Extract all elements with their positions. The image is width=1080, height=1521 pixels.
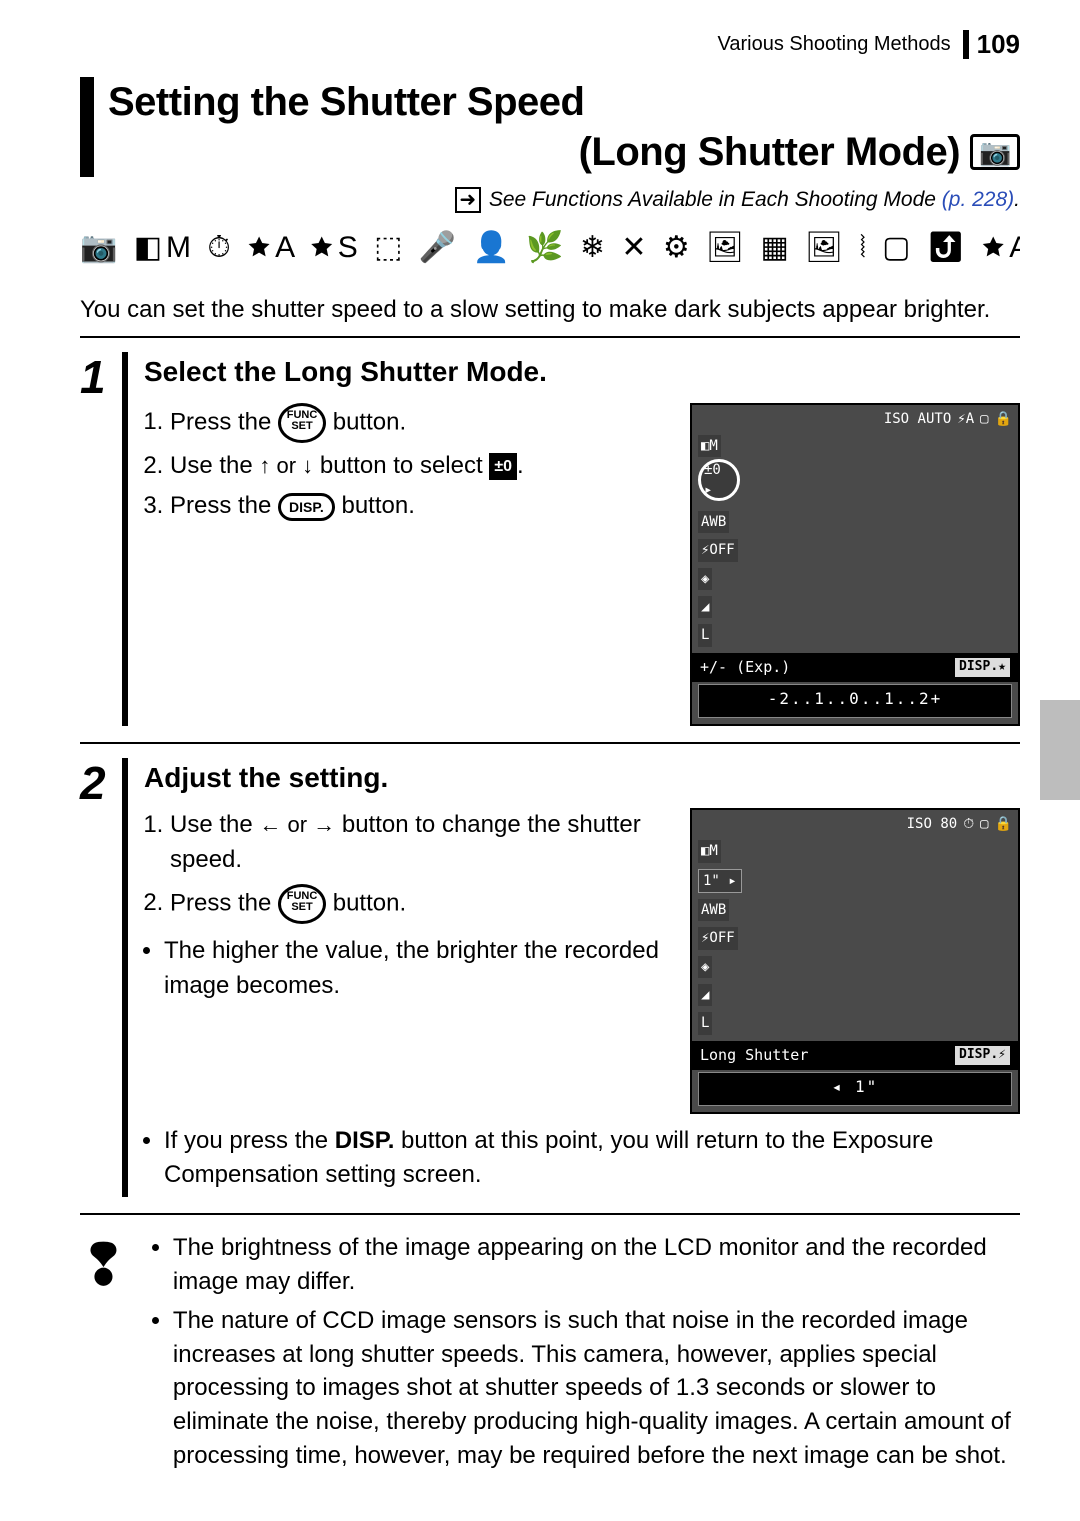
- substep-list: Press the FUNCSET button. Use the ↑ or ↓…: [144, 403, 672, 525]
- exposure-icon: ±0: [489, 453, 517, 480]
- substep: Press the FUNCSET button.: [170, 884, 672, 924]
- see-text: See Functions Available in Each Shooting…: [489, 188, 936, 211]
- arrow-icon: ➜: [455, 187, 481, 213]
- mode-icon-strip: 📷 ◧M ⏱ 🟊A 🟊S ⬚ 🎤 👤 🌿 ❄ ✕ ⚙ 🖼 ▦ 🖼 ⦚ ▢ ⤴ 🟊…: [80, 225, 1020, 270]
- exposure-scale: -2..1..0..1..2+: [698, 684, 1012, 717]
- shutter-scale: ◂ 1": [698, 1072, 1012, 1105]
- step-number: 1: [80, 352, 128, 726]
- bullet: The higher the value, the brighter the r…: [164, 934, 672, 1004]
- func-set-button-icon: FUNCSET: [278, 403, 326, 443]
- up-down-arrows-icon: ↑ or ↓: [259, 453, 313, 478]
- step-number: 2: [80, 758, 128, 1198]
- thumb-tab: [1040, 700, 1080, 800]
- chapter-title: Various Shooting Methods: [718, 33, 951, 56]
- step-2: 2 Adjust the setting. Use the ← or → but…: [80, 744, 1020, 1216]
- see-reference: ➜ See Functions Available in Each Shooti…: [80, 187, 1020, 213]
- disp-tag: DISP.⚡: [955, 1046, 1010, 1065]
- intro-paragraph: You can set the shutter speed to a slow …: [80, 294, 1020, 338]
- page-header: Various Shooting Methods 109: [80, 30, 1020, 59]
- lcd-preview-1: ISO AUTO ⚡A ▢ 🔒 ◧M ±0 ▸ AWB ⚡OFF ◈ ◢ L: [690, 403, 1020, 726]
- shutter-value: 1" ▸: [698, 869, 742, 893]
- mode-indicator: ◧M: [698, 840, 721, 862]
- title-line-1: Setting the Shutter Speed: [108, 80, 584, 124]
- selected-item-circle: ±0 ▸: [698, 459, 740, 501]
- substep-list: Use the ← or → button to change the shut…: [144, 808, 672, 924]
- substep: Use the ↑ or ↓ button to select ±0.: [170, 449, 672, 484]
- bullet: If you press the DISP. button at this po…: [164, 1124, 1020, 1194]
- step-notes-cont: If you press the DISP. button at this po…: [144, 1124, 1020, 1194]
- substep: Use the ← or → button to change the shut…: [170, 808, 672, 878]
- step-notes: The higher the value, the brighter the r…: [144, 934, 672, 1004]
- page-number: 109: [963, 30, 1020, 59]
- note-item: The nature of CCD image sensors is such …: [173, 1304, 1020, 1472]
- caution-icon: ❢: [80, 1231, 127, 1478]
- mode-indicator: ◧M: [698, 435, 721, 457]
- page-title: Setting the Shutter Speed (Long Shutter …: [80, 77, 1020, 177]
- left-right-arrows-icon: ← or →: [259, 812, 335, 837]
- lcd-preview-2: ISO 80 ⏱ ▢ 🔒 ◧M 1" ▸ AWB ⚡OFF ◈ ◢ L: [690, 808, 1020, 1113]
- title-line-2: (Long Shutter Mode): [579, 127, 961, 177]
- lcd-label: +/- (Exp.): [700, 657, 790, 679]
- note-item: The brightness of the image appearing on…: [173, 1231, 1020, 1298]
- important-notes: ❢ The brightness of the image appearing …: [80, 1215, 1020, 1478]
- camera-icon: 📷: [970, 134, 1020, 170]
- lcd-label: Long Shutter: [700, 1045, 808, 1067]
- func-set-button-icon: FUNCSET: [278, 884, 326, 924]
- see-page-link[interactable]: (p. 228): [942, 188, 1014, 211]
- step-heading: Select the Long Shutter Mode.: [144, 352, 1020, 393]
- substep: Press the DISP. button.: [170, 489, 672, 524]
- step-1: 1 Select the Long Shutter Mode. Press th…: [80, 338, 1020, 744]
- disp-tag: DISP.★: [955, 658, 1010, 677]
- step-heading: Adjust the setting.: [144, 758, 1020, 799]
- substep: Press the FUNCSET button.: [170, 403, 672, 443]
- disp-button-icon: DISP.: [278, 493, 335, 521]
